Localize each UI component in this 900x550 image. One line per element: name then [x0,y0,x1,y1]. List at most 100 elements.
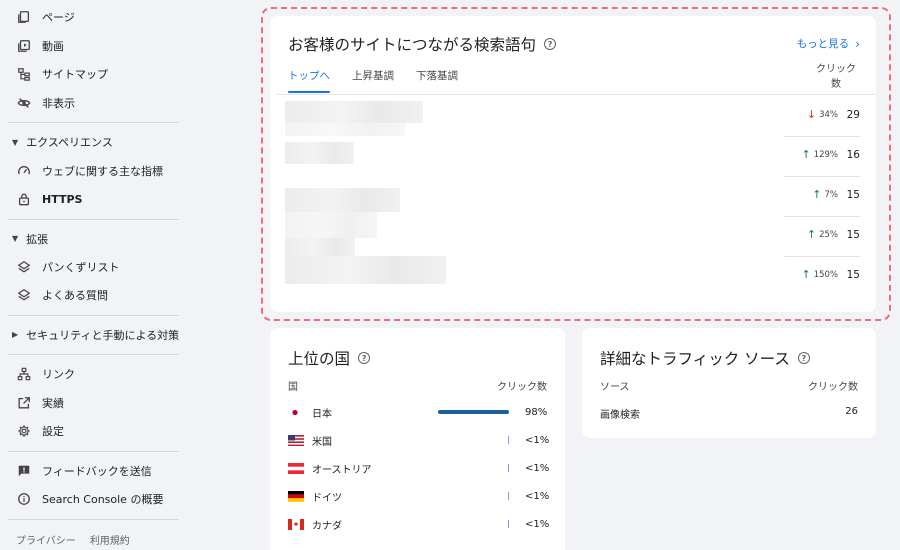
sidebar-item-label: HTTPS [42,192,83,206]
sidebar-item-label: 実績 [42,396,64,410]
sidebar-item-about[interactable]: Search Console の概要 [0,485,195,514]
video-icon [16,38,32,54]
privacy-link[interactable]: プライバシー [16,532,76,547]
info-icon [16,491,32,507]
redacted-query [285,212,377,238]
section-security[interactable]: ▶ セキュリティと手動による対策 [0,321,195,349]
card-title-text: 詳細なトラフィック ソース [600,350,790,368]
divider [8,450,179,452]
column-country[interactable]: 国 [288,378,298,393]
click-count: 15 [846,228,860,241]
external-icon [16,395,32,411]
traffic-sources-card: 詳細なトラフィック ソース ? ソース クリック数 画像検索 26 [582,328,876,438]
column-clicks[interactable]: クリック数 [497,378,547,393]
change-percent: 129% [813,149,838,160]
sidebar-item-hidden[interactable]: 非表示 [0,89,195,118]
table-row[interactable]: ↑ 129% 16 [270,136,876,176]
table-row[interactable]: 画像検索 26 [600,406,858,421]
row-separator [784,176,860,177]
hidden-icon [16,95,32,111]
redacted-query [285,188,400,212]
table-row[interactable]: ドイツ <1% [288,486,550,506]
bar-track [442,520,525,528]
layers-icon [16,259,32,275]
query-metric: ↑ 25% 15 [807,228,860,241]
sidebar-item-label: よくある質問 [42,289,108,303]
sidebar-item-label: パンくずリスト [42,260,120,274]
redacted-query [285,101,423,123]
query-metric: ↑ 150% 15 [801,268,860,281]
arrow-up-icon: ↑ [801,148,811,161]
sidebar-item-label: フィードバックを送信 [42,464,152,478]
section-label: セキュリティと手動による対策 [26,328,180,342]
sidebar-item-https[interactable]: HTTPS [0,185,195,214]
redacted-query [285,238,355,256]
arrow-down-icon: ↓ [806,108,817,121]
country-percent: <1% [525,434,550,446]
countries-table-header: 国 クリック数 [288,378,547,393]
table-row[interactable]: ↑ 150% 15 [270,256,876,296]
column-clicks[interactable]: クリック数 [808,378,858,393]
divider [8,518,179,520]
page-icon [16,9,32,25]
chevron-right-icon: › [855,36,860,51]
see-more-label: もっと見る [796,38,850,50]
redacted-query [285,256,446,284]
sidebar-item-feedback[interactable]: フィードバックを送信 [0,457,195,486]
canada-flag-icon [288,518,304,530]
column-header-line: 数 [831,79,841,90]
column-source[interactable]: ソース [600,378,630,393]
tab-rising[interactable]: 上昇基調 [352,68,394,93]
sidebar-item-faq[interactable]: よくある質問 [0,281,195,310]
sidebar-item-core-web-vitals[interactable]: ウェブに関する主な指標 [0,156,195,185]
table-row[interactable]: オーストリア <1% [288,458,550,478]
divider [8,122,179,124]
sidebar-item-label: ページ [42,11,75,25]
sidebar-item-settings[interactable]: 設定 [0,417,195,446]
sidebar-item-links[interactable]: リンク [0,360,195,389]
divider [8,353,179,355]
share-bar [508,520,509,528]
sidebar-item-video[interactable]: 動画 [0,32,195,61]
queries-card-title: お客様のサイトにつながる検索語句 ? [288,33,557,55]
share-bar [438,410,509,414]
click-count: 29 [846,108,860,121]
table-row[interactable]: ↑ 7% 15 [270,176,876,216]
country-percent: <1% [525,462,550,474]
tab-top[interactable]: トップへ [288,68,330,93]
redacted-query [285,142,354,164]
help-icon[interactable]: ? [544,38,557,50]
clicks-column-header[interactable]: クリック 数 [816,62,856,92]
terms-link[interactable]: 利用規約 [90,532,130,547]
share-bar [508,436,509,444]
sidebar-item-label: 動画 [42,39,64,53]
arrow-up-icon: ↑ [812,188,822,201]
column-header-line: クリック [816,64,856,75]
row-separator [784,256,860,257]
section-enhancements[interactable]: ▼ 拡張 [0,225,195,253]
click-count: 15 [846,188,860,201]
sidebar: ページ 動画 サイトマップ 非表示 ▼ エクスペリエンス ウェブに関する主な指標… [0,0,195,550]
country-percent: <1% [525,490,550,502]
query-metric: ↓ 34% 29 [807,108,860,121]
help-icon[interactable]: ? [358,352,371,364]
table-row[interactable]: 日本 98% [288,402,547,422]
sidebar-item-page[interactable]: ページ [0,3,195,32]
sidebar-item-achievements[interactable]: 実績 [0,388,195,417]
sidebar-item-sitemap[interactable]: サイトマップ [0,60,195,89]
tab-falling[interactable]: 下落基調 [416,68,458,93]
table-row[interactable]: 米国 <1% [288,430,550,450]
help-icon[interactable]: ? [797,352,810,364]
sidebar-item-breadcrumbs[interactable]: パンくずリスト [0,253,195,282]
table-row[interactable]: ↑ 25% 15 [270,212,876,256]
table-row[interactable]: ↓ 34% 29 [270,96,876,136]
arrow-up-icon: ↑ [801,268,811,281]
section-experience[interactable]: ▼ エクスペリエンス [0,128,195,156]
sidebar-item-label: 設定 [42,425,64,439]
country-name: ドイツ [312,492,342,504]
table-row[interactable]: カナダ <1% [288,514,549,534]
see-more-link[interactable]: もっと見る › [797,36,860,51]
sources-card-title: 詳細なトラフィック ソース ? [600,347,810,369]
country-name: オーストリア [312,464,372,476]
sidebar-item-label: サイトマップ [42,68,108,82]
